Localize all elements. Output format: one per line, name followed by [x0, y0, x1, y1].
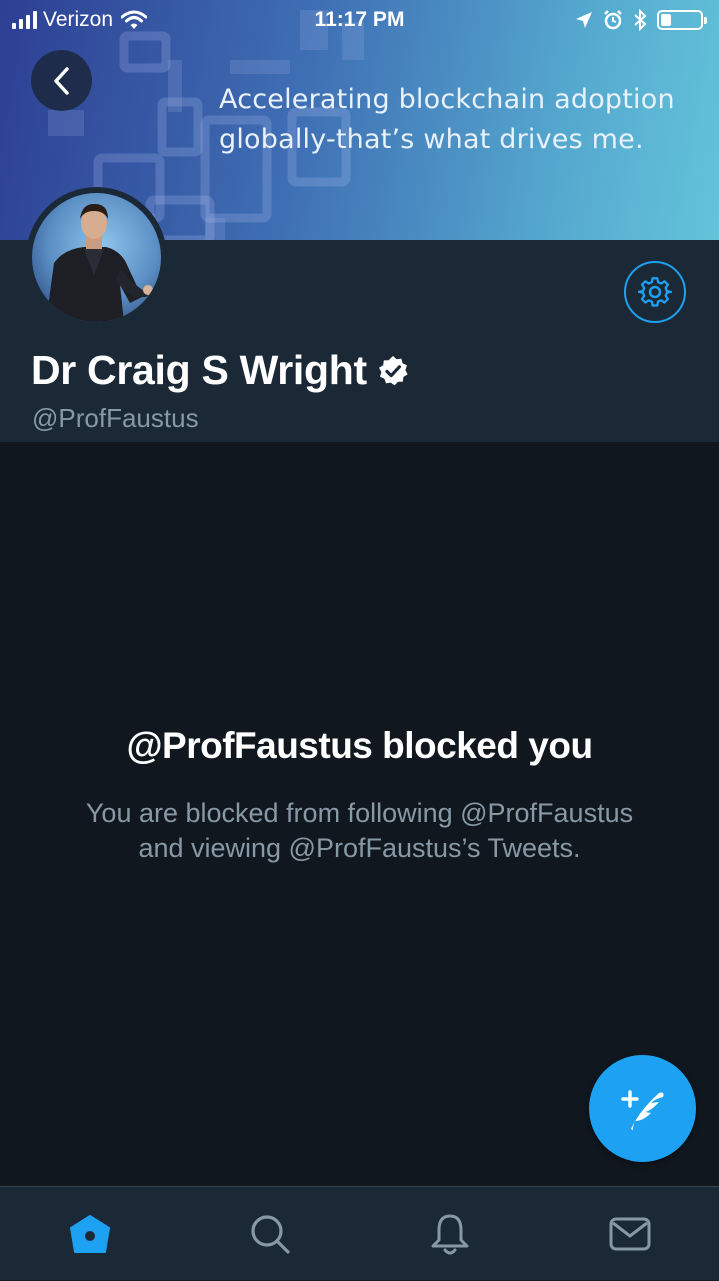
battery-level — [661, 14, 671, 26]
tab-messages[interactable] — [580, 1187, 680, 1281]
blocked-message: You are blocked from following @ProfFaus… — [85, 798, 634, 863]
tab-home[interactable] — [40, 1187, 140, 1281]
battery-icon — [657, 10, 707, 30]
avatar-photo — [32, 193, 161, 322]
home-icon — [70, 1215, 110, 1253]
avatar-image — [32, 193, 161, 322]
blocked-title: @ProfFaustus blocked you — [126, 725, 593, 766]
tab-notifications[interactable] — [400, 1187, 500, 1281]
messages-icon — [609, 1217, 651, 1251]
compose-tweet-button[interactable] — [589, 1055, 696, 1162]
status-right — [575, 9, 707, 31]
back-button[interactable] — [31, 50, 92, 111]
verified-badge-icon — [378, 355, 408, 385]
tab-bar — [0, 1186, 719, 1280]
notifications-icon — [431, 1214, 469, 1255]
display-name-row: Dr Craig S Wright — [31, 347, 409, 394]
gear-icon — [638, 277, 672, 307]
settings-button[interactable] — [624, 261, 686, 323]
bluetooth-icon — [634, 9, 647, 31]
profile-handle: @ProfFaustus — [32, 403, 199, 433]
search-icon — [251, 1215, 290, 1254]
alarm-icon — [604, 10, 622, 30]
location-arrow-icon — [576, 12, 592, 28]
status-bar: Verizon 11:17 PM — [0, 0, 719, 40]
display-name: Dr Craig S Wright — [31, 347, 367, 393]
banner-quote: Accelerating blockchain adoption globall… — [219, 84, 675, 155]
avatar[interactable] — [26, 187, 167, 328]
compose-tweet-icon — [620, 1089, 663, 1130]
tab-search[interactable] — [220, 1187, 320, 1281]
chevron-left-icon — [53, 66, 69, 95]
